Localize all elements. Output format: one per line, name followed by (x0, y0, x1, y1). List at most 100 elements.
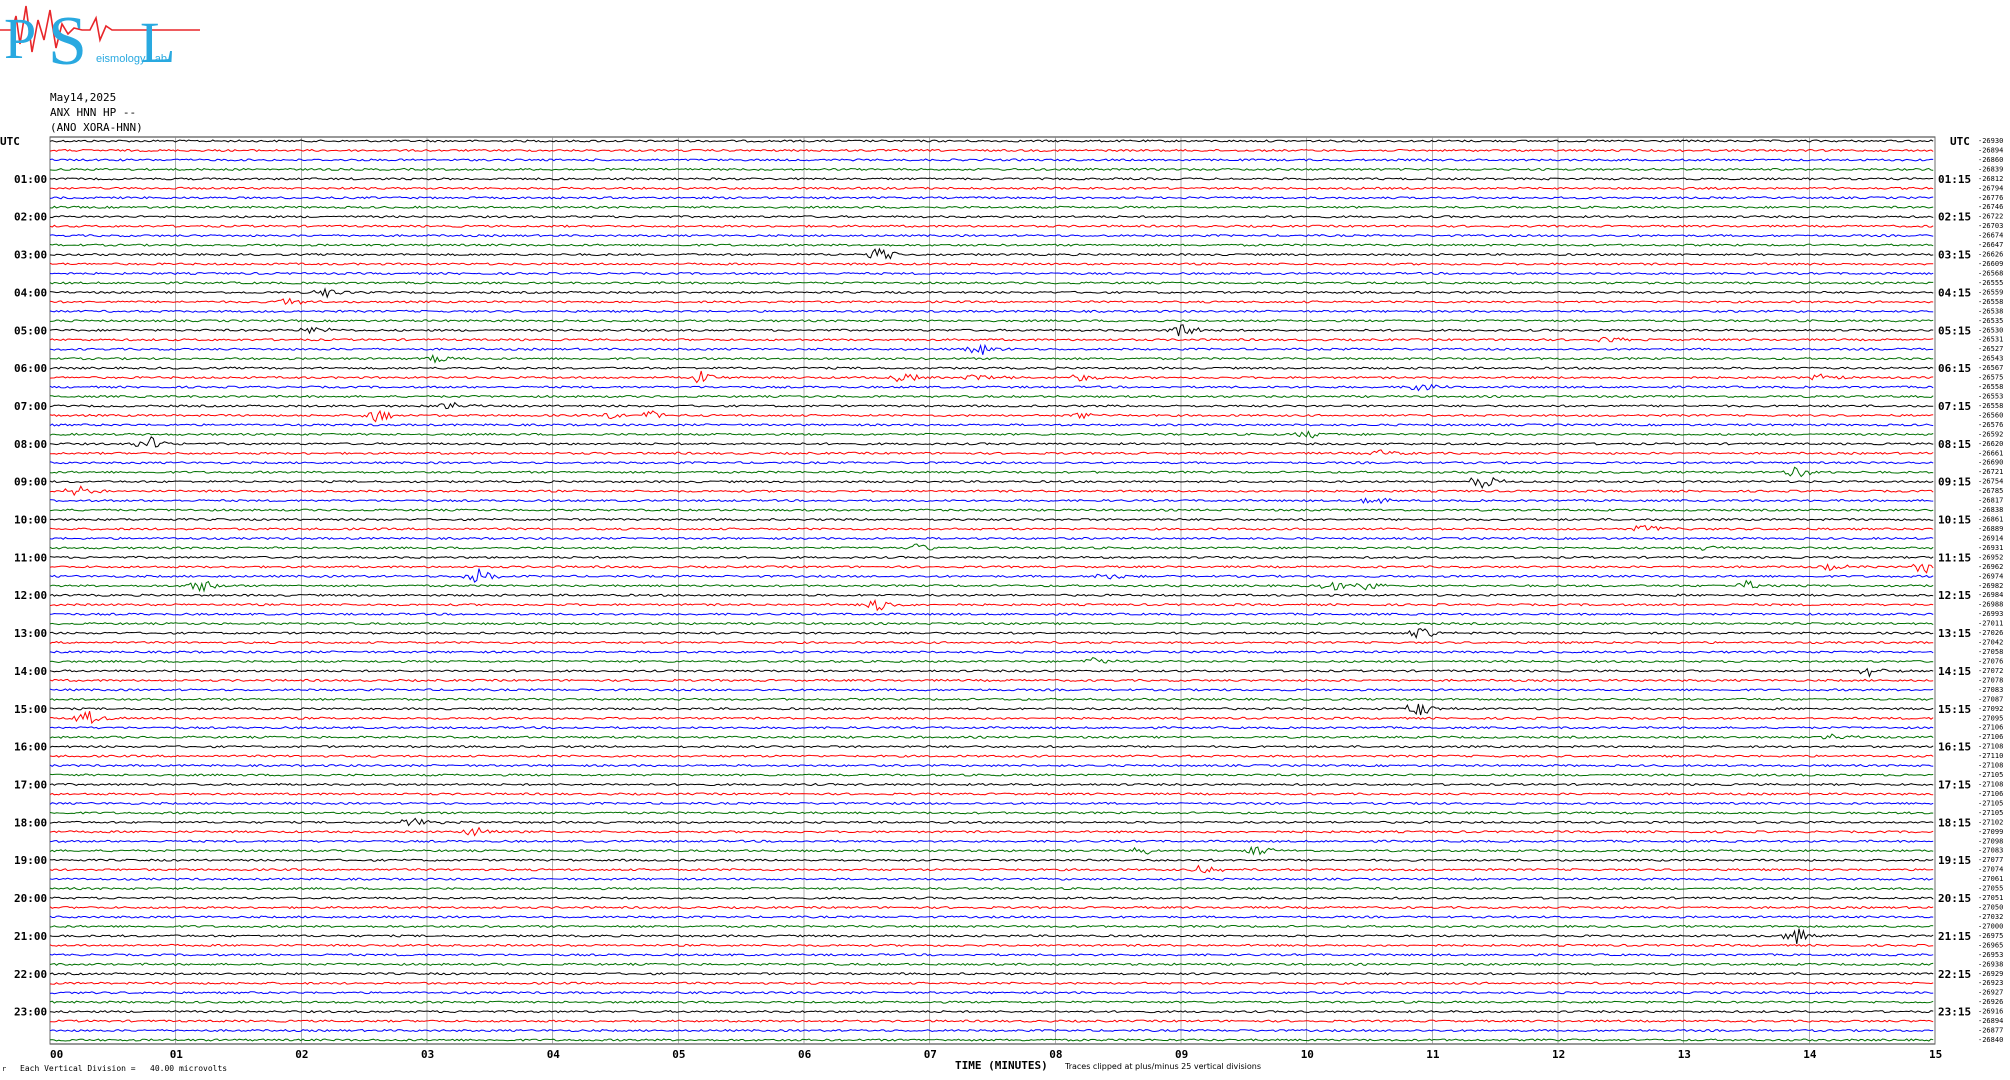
x-tick-label: 08 (1049, 1048, 1062, 1061)
seismic-trace (49, 1009, 1934, 1014)
hour-label-left: 22:00 (14, 968, 47, 981)
hour-label-right: 13:15 (1938, 627, 1971, 640)
seismic-trace (49, 196, 1934, 200)
trace-offset-label: -27083 (1978, 847, 2003, 855)
x-tick-label: 13 (1678, 1048, 1691, 1061)
trace-offset-label: -27077 (1978, 856, 2003, 864)
trace-offset-label: -27106 (1978, 733, 2003, 741)
hour-label-right: 15:15 (1938, 703, 1971, 716)
trace-offset-label: -27055 (1978, 885, 2003, 893)
hour-label-right: 22:15 (1938, 968, 1971, 981)
seismic-trace (49, 324, 1934, 337)
seismic-trace (49, 409, 1934, 423)
seismic-trace (49, 563, 1934, 574)
seismic-trace (49, 383, 1934, 392)
seismic-trace (49, 366, 1934, 370)
seismic-trace (49, 667, 1934, 678)
seismic-trace (50, 319, 1934, 323)
hour-label-left: 03:00 (14, 249, 47, 262)
hour-label-right: 16:15 (1938, 741, 1971, 754)
trace-offset-label: -26929 (1978, 970, 2003, 978)
seismic-trace (49, 763, 1934, 768)
hour-label-right: 07:15 (1938, 400, 1971, 413)
hour-label-right: 14:15 (1938, 665, 1971, 678)
trace-offset-label: -27098 (1978, 837, 2003, 845)
seismic-trace (49, 186, 1934, 190)
trace-offset-label: -26647 (1978, 241, 2003, 249)
hour-label-left: 16:00 (14, 741, 47, 754)
trace-offset-label: -26558 (1978, 402, 2003, 410)
seismic-trace (49, 864, 1934, 874)
seismic-trace (49, 733, 1934, 740)
trace-offset-label: -27106 (1978, 724, 2003, 732)
seismic-trace (49, 139, 1934, 143)
seismic-trace (49, 243, 1934, 247)
seismic-trace (49, 792, 1934, 796)
trace-offset-label: -26923 (1978, 979, 2003, 987)
seismic-trace (49, 688, 1934, 692)
hour-label-left: 07:00 (14, 400, 47, 413)
seismic-trace (49, 943, 1934, 948)
seismic-trace (49, 224, 1934, 228)
seismic-trace (49, 215, 1934, 219)
trace-group (49, 139, 1934, 1042)
seismic-trace (49, 555, 1934, 560)
trace-offset-label: -26927 (1978, 989, 2003, 997)
x-tick-label: 12 (1552, 1048, 1565, 1061)
trace-offset-label: -26776 (1978, 194, 2003, 202)
hour-label-left: 23:00 (14, 1006, 47, 1019)
utc-left-label: UTC (0, 135, 20, 148)
trace-offset-label: -26984 (1978, 591, 2003, 599)
x-tick-label: 07 (924, 1048, 937, 1061)
hour-label-left: 15:00 (14, 703, 47, 716)
seismic-trace (49, 678, 1934, 683)
trace-offset-label: -26916 (1978, 1008, 2003, 1016)
hour-label-left: 05:00 (14, 324, 47, 337)
helicorder-plot: 01:00 02:00 03:00 04:00 05:00 06:00 07:00 08:00… (0, 135, 2003, 1073)
trace-offset-label: -27092 (1978, 705, 2003, 713)
trace-offset-label: -26931 (1978, 544, 2003, 552)
trace-offset-label: -26535 (1978, 317, 2003, 325)
seismic-trace (49, 271, 1934, 276)
seismic-trace (49, 1019, 1934, 1023)
hour-label-right: 18:15 (1938, 816, 1971, 829)
hour-label-right: 08:15 (1938, 438, 1971, 451)
seismic-trace (49, 811, 1934, 815)
seismic-trace (49, 826, 1934, 837)
trace-offset-label: -26974 (1978, 572, 2003, 580)
trace-offset-label: -26817 (1978, 497, 2003, 505)
trace-offset-label: -27105 (1978, 809, 2003, 817)
hour-label-left: 10:00 (14, 514, 47, 527)
hour-label-left: 19:00 (14, 854, 47, 867)
trace-offset-label: -26527 (1978, 345, 2003, 353)
seismic-trace (49, 536, 1934, 541)
seismic-trace (49, 972, 1934, 976)
hour-label-left: 06:00 (14, 362, 47, 375)
trace-offset-label: -26839 (1978, 165, 2003, 173)
trace-offset-label: -26926 (1978, 998, 2003, 1006)
trace-offset-label: -26962 (1978, 563, 2003, 571)
seismic-trace (49, 896, 1934, 900)
trace-offset-label: -26553 (1978, 393, 2003, 401)
trace-offset-label: -26938 (1978, 960, 2003, 968)
hour-label-right: 23:15 (1938, 1006, 1971, 1019)
hour-label-left: 14:00 (14, 665, 47, 678)
trace-offset-label: -26930 (1978, 137, 2003, 145)
trace-offset-label: -26576 (1978, 421, 2003, 429)
hour-label-right: 03:15 (1938, 249, 1971, 262)
seismic-trace (49, 612, 1934, 616)
seismic-trace (49, 579, 1934, 593)
trace-offset-label: -27058 (1978, 648, 2003, 656)
seismic-trace (49, 710, 1934, 725)
seismic-trace (49, 991, 1934, 995)
trace-offset-label: -27108 (1978, 762, 2003, 770)
hour-labels-left: 01:00 02:00 03:00 04:00 05:00 06:00 07:00 08:00… (14, 173, 47, 1019)
trace-offset-label: -26993 (1978, 610, 2003, 618)
trace-offset-label: -27076 (1978, 658, 2003, 666)
trace-offset-label: -27105 (1978, 799, 2003, 807)
seismic-trace (49, 650, 1934, 654)
trace-offset-label: -27108 (1978, 781, 2003, 789)
trace-offset-label: -26794 (1978, 184, 2003, 192)
trace-offset-label: -27061 (1978, 875, 2003, 883)
trace-offset-label: -27051 (1978, 894, 2003, 902)
